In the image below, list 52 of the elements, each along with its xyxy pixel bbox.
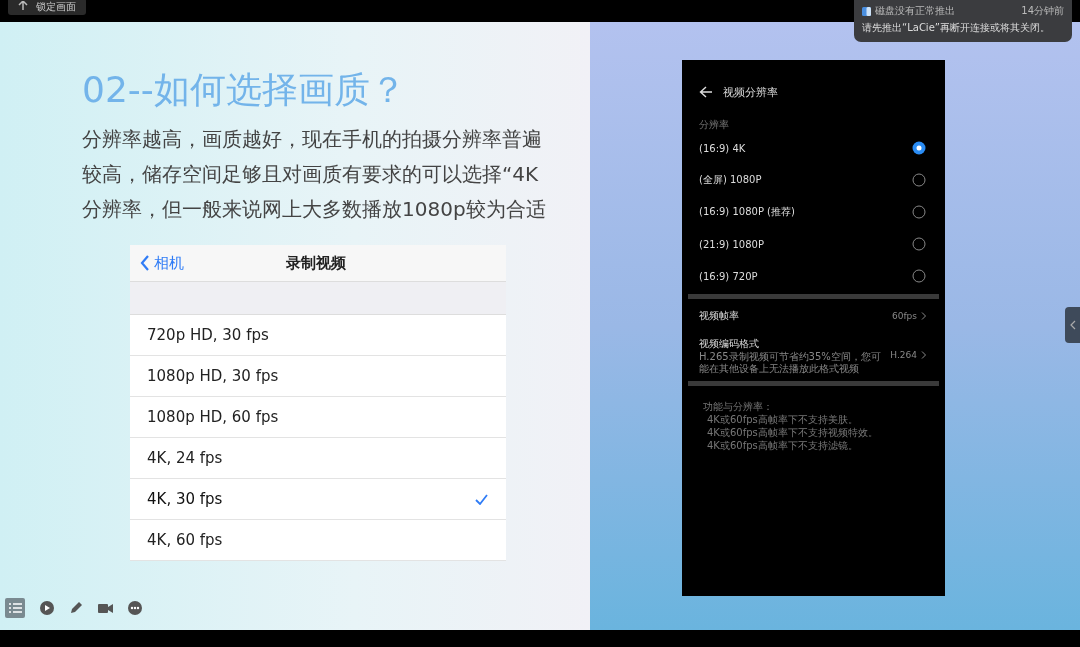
radio-selected-icon[interactable] — [912, 141, 926, 155]
play-icon[interactable] — [40, 601, 54, 615]
video-option[interactable]: 720p HD, 30 fps — [130, 315, 506, 356]
chevron-right-icon — [921, 351, 926, 359]
back-link[interactable]: 相机 — [130, 253, 184, 273]
side-panel-handle[interactable] — [1065, 307, 1080, 343]
video-option[interactable]: 4K, 24 fps — [130, 438, 506, 479]
video-option[interactable]: 4K, 30 fps — [130, 479, 506, 520]
setting-row[interactable]: 视频帧率 60fps — [688, 299, 939, 327]
finder-icon — [862, 6, 871, 16]
chevron-left-icon — [140, 255, 150, 271]
video-camera-icon[interactable] — [98, 601, 113, 615]
video-option[interactable]: 1080p HD, 30 fps — [130, 356, 506, 397]
checkmark-icon — [475, 493, 488, 505]
radio-icon[interactable] — [912, 205, 926, 219]
list-icon[interactable] — [5, 598, 25, 618]
resolution-option[interactable]: (21:9) 1080P — [688, 228, 939, 260]
notification-time: 14分钟前 — [1021, 4, 1064, 18]
section-label: 分辨率 — [699, 118, 730, 132]
notification-title: 磁盘没有正常推出 — [875, 4, 956, 18]
setting-row[interactable]: 视频编码格式 H.265录制视频可节省约35%空间，您可能在其他设备上无法播放此格式视频 H.264 — [688, 327, 939, 379]
setting-value: 60fps — [891, 311, 917, 321]
setting-value: H.264 — [890, 350, 917, 360]
notification-card[interactable]: 磁盘没有正常推出 14分钟前 请先推出“LaCie”再断开连接或将其关闭。 — [854, 0, 1072, 42]
chevron-right-icon — [921, 312, 926, 320]
pen-icon[interactable] — [69, 601, 83, 615]
note-text: 4K或60fps高帧率下不支持美肤。 — [706, 413, 859, 426]
pin-icon — [18, 0, 28, 13]
notification-message: 请先推出“LaCie”再断开连接或将其关闭。 — [862, 21, 1051, 35]
lock-screen-button[interactable]: 锁定画面 — [8, 0, 86, 15]
setting-label: 视频帧率 — [699, 309, 740, 323]
back-arrow-icon[interactable] — [699, 86, 713, 98]
radio-icon[interactable] — [912, 237, 926, 251]
video-option[interactable]: 1080p HD, 60 fps — [130, 397, 506, 438]
resolution-option[interactable]: (16:9) 1080P (推荐) — [688, 196, 939, 228]
chevron-left-icon — [1069, 320, 1076, 330]
resolution-option[interactable]: (全屏) 1080P — [688, 164, 939, 196]
resolution-option[interactable]: (16:9) 4K — [688, 132, 939, 164]
radio-icon[interactable] — [912, 173, 926, 187]
notes-heading: 功能与分辨率： — [703, 400, 774, 413]
setting-description: H.265录制视频可节省约35%空间，您可能在其他设备上无法播放此格式视频 — [699, 351, 882, 375]
slide-title: 02--如何选择画质？ — [82, 68, 407, 112]
video-option[interactable]: 4K, 60 fps — [130, 520, 506, 561]
radio-icon[interactable] — [912, 269, 926, 283]
setting-label: 视频编码格式 — [699, 337, 760, 351]
slide-paragraph: 分辨率越高，画质越好，现在手机的拍摄分辨率普遍较高，储存空间足够且对画质有要求的可以选择“4K分辨率，但一般来说网上大多数播放1080p较为合适 — [82, 126, 547, 223]
note-text: 4K或60fps高帧率下不支持滤镜。 — [706, 439, 859, 452]
more-icon[interactable] — [128, 601, 142, 615]
note-text: 4K或60fps高帧率下不支持视频特效。 — [706, 426, 879, 439]
navigation-title: 录制视频 — [286, 253, 346, 273]
screen-title: 视频分辨率 — [723, 84, 778, 100]
resolution-option[interactable]: (16:9) 720P — [688, 260, 939, 292]
